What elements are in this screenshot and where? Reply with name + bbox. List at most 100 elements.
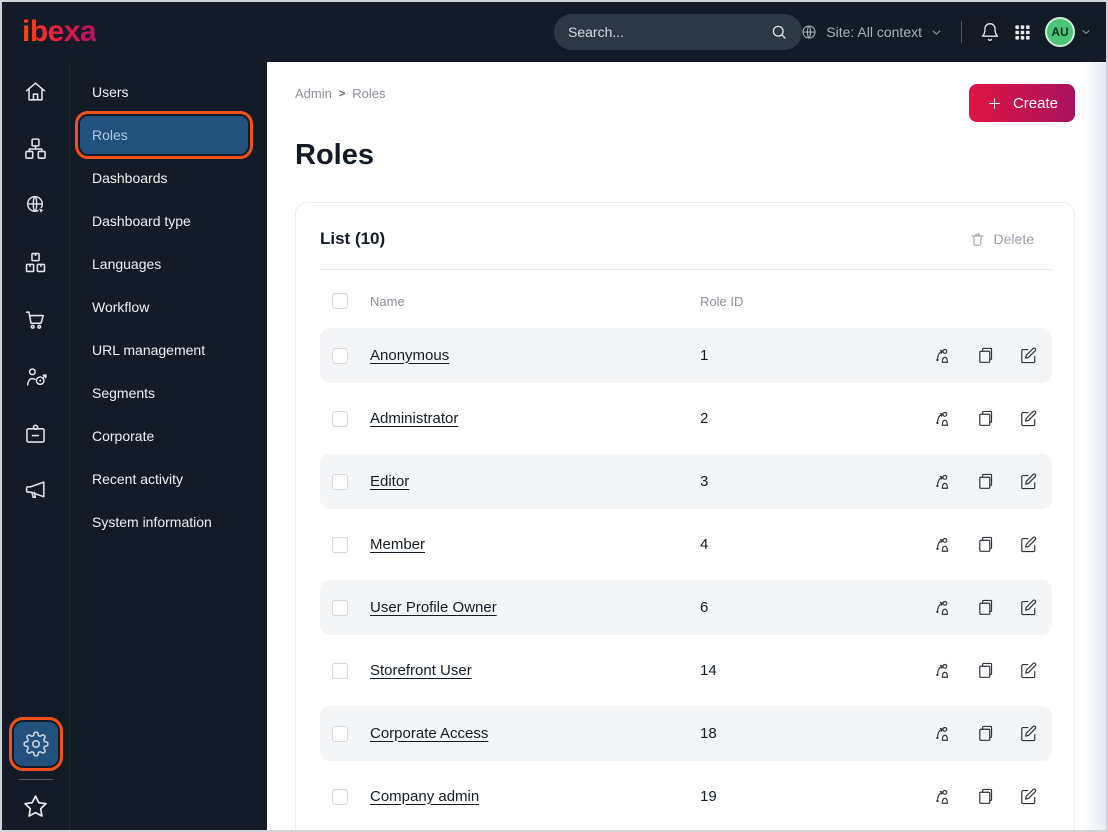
copy-icon — [976, 598, 995, 617]
product-catalog-icon[interactable] — [23, 249, 48, 275]
assign-user-button[interactable] — [933, 409, 952, 428]
role-name-link[interactable]: Editor — [370, 473, 409, 490]
delete-button[interactable]: Delete — [969, 231, 1034, 248]
sidebar-item-roles[interactable]: Roles — [75, 111, 253, 159]
role-name-link[interactable]: User Profile Owner — [370, 599, 497, 616]
edit-button[interactable] — [1019, 409, 1038, 428]
assign-user-button[interactable] — [933, 724, 952, 743]
favorites-star-icon[interactable] — [22, 793, 49, 820]
sidebar-item-workflow[interactable]: Workflow — [80, 288, 248, 326]
copy-button[interactable] — [976, 724, 995, 743]
sidebar-item-dashboard-type[interactable]: Dashboard type — [80, 202, 248, 240]
search-field[interactable] — [568, 24, 770, 40]
scrollbar[interactable] — [1084, 62, 1106, 830]
assign-user-button[interactable] — [933, 661, 952, 680]
assign-user-button[interactable] — [933, 787, 952, 806]
notifications-button[interactable] — [980, 22, 1000, 42]
ibexa-logo[interactable]: ibexa — [22, 17, 97, 47]
sidebar-item-label: Dashboards — [92, 170, 168, 186]
corporate-badge-icon[interactable] — [23, 420, 48, 446]
site-context-selector[interactable]: Site: All context — [800, 23, 943, 41]
row-checkbox[interactable] — [332, 599, 348, 616]
copy-button[interactable] — [976, 346, 995, 365]
main-content: Admin > Roles Create Roles List (10) Del… — [267, 62, 1106, 830]
edit-icon — [1019, 661, 1038, 680]
role-name-link[interactable]: Administrator — [370, 410, 458, 427]
row-checkbox[interactable] — [332, 473, 348, 490]
delete-button-label: Delete — [993, 231, 1034, 247]
sidebar-item-url-management[interactable]: URL management — [80, 331, 248, 369]
copy-button[interactable] — [976, 535, 995, 554]
role-id-value: 1 — [700, 347, 709, 364]
page-title: Roles — [295, 139, 374, 171]
create-button[interactable]: Create — [968, 84, 1075, 122]
copy-icon — [976, 346, 995, 365]
column-header-name: Name — [370, 293, 405, 309]
edit-button[interactable] — [1019, 535, 1038, 554]
sidebar-item-recent-activity[interactable]: Recent activity — [80, 460, 248, 498]
edit-button[interactable] — [1019, 346, 1038, 365]
sidebar-item-languages[interactable]: Languages — [80, 245, 248, 283]
sidebar-item-label: Dashboard type — [92, 213, 191, 229]
marketing-megaphone-icon[interactable] — [23, 477, 48, 503]
app-switcher-button[interactable] — [1014, 24, 1031, 41]
assign-user-button[interactable] — [933, 346, 952, 365]
app-grid-icon — [1014, 24, 1031, 41]
row-checkbox[interactable] — [332, 536, 348, 553]
edit-button[interactable] — [1019, 724, 1038, 743]
edit-button[interactable] — [1019, 661, 1038, 680]
row-checkbox[interactable] — [332, 347, 348, 364]
edit-button[interactable] — [1019, 787, 1038, 806]
role-name-link[interactable]: Storefront User — [370, 662, 472, 679]
copy-icon — [976, 409, 995, 428]
sidebar-item-label: Segments — [92, 385, 156, 401]
assign-user-button[interactable] — [933, 472, 952, 491]
sidebar-item-segments[interactable]: Segments — [80, 374, 248, 412]
copy-button[interactable] — [976, 598, 995, 617]
roles-table: Name Role ID Anonymous 1 Administrator 2 Edi… — [320, 284, 1052, 830]
avatar: AU — [1045, 17, 1075, 47]
row-checkbox[interactable] — [332, 788, 348, 805]
assign-user-icon — [933, 724, 952, 743]
role-name-link[interactable]: Corporate Access — [370, 725, 488, 742]
breadcrumb-item-admin[interactable]: Admin — [295, 86, 332, 101]
sidebar-item-users[interactable]: Users — [80, 73, 248, 111]
sidebar-item-label: Languages — [92, 256, 162, 272]
user-menu[interactable]: AU — [1045, 17, 1092, 47]
row-checkbox[interactable] — [332, 410, 348, 427]
role-name-link[interactable]: Member — [370, 536, 425, 553]
sidebar-item-label: Users — [92, 84, 129, 100]
edit-button[interactable] — [1019, 598, 1038, 617]
copy-icon — [976, 787, 995, 806]
assign-user-button[interactable] — [933, 598, 952, 617]
row-checkbox[interactable] — [332, 725, 348, 742]
home-icon[interactable] — [23, 78, 48, 104]
commerce-cart-icon[interactable] — [23, 306, 48, 332]
sidebar-item-system-information[interactable]: System information — [80, 503, 248, 541]
row-checkbox[interactable] — [332, 662, 348, 679]
site-icon[interactable] — [23, 192, 48, 218]
select-all-checkbox[interactable] — [332, 293, 348, 309]
sidebar-item-corporate[interactable]: Corporate — [80, 417, 248, 455]
role-name-link[interactable]: Anonymous — [370, 347, 449, 364]
search-icon — [770, 23, 788, 41]
edit-icon — [1019, 472, 1038, 491]
copy-button[interactable] — [976, 787, 995, 806]
copy-icon — [976, 535, 995, 554]
role-name-link[interactable]: Company admin — [370, 788, 479, 805]
sidebar-item-label: System information — [92, 514, 212, 530]
breadcrumb: Admin > Roles — [295, 62, 1075, 101]
site-context-label: Site: All context — [826, 24, 922, 40]
personalization-target-icon[interactable] — [23, 363, 48, 389]
copy-button[interactable] — [976, 472, 995, 491]
search-input[interactable] — [554, 14, 802, 50]
assign-user-button[interactable] — [933, 535, 952, 554]
content-tree-icon[interactable] — [23, 135, 48, 161]
admin-settings-button[interactable] — [8, 717, 63, 771]
copy-button[interactable] — [976, 661, 995, 680]
settings-gear-icon — [22, 731, 49, 757]
edit-button[interactable] — [1019, 472, 1038, 491]
sidebar-item-dashboards[interactable]: Dashboards — [80, 159, 248, 197]
breadcrumb-item-roles[interactable]: Roles — [352, 86, 385, 101]
copy-button[interactable] — [976, 409, 995, 428]
